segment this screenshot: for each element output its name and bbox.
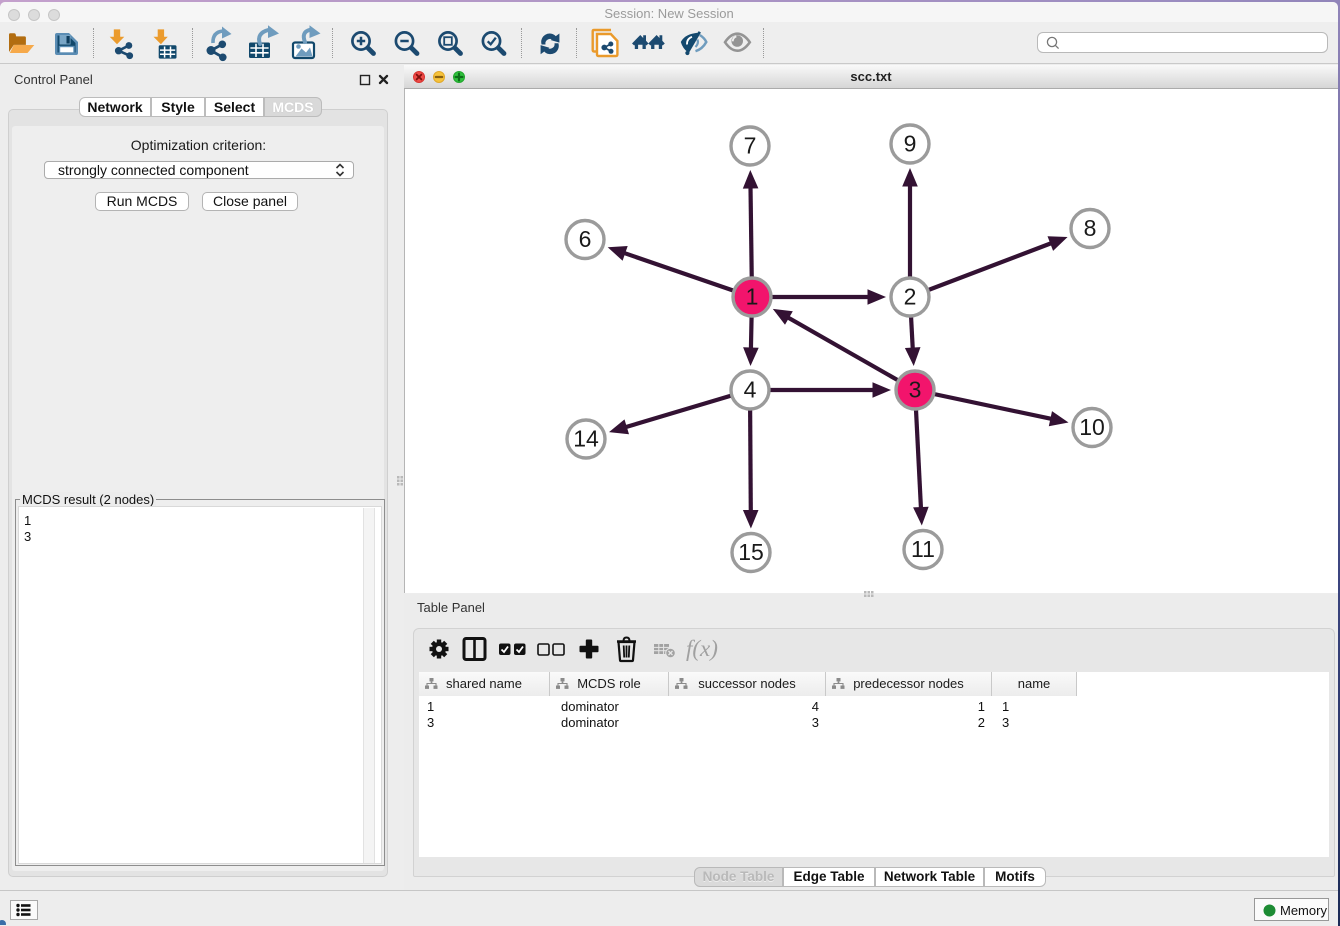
svg-text:14: 14 [573,426,599,452]
svg-text:6: 6 [579,226,592,252]
svg-text:10: 10 [1079,414,1105,440]
svg-text:2: 2 [904,284,917,310]
svg-text:4: 4 [744,377,757,403]
svg-text:9: 9 [904,131,917,157]
svg-text:1: 1 [746,284,759,310]
svg-text:f(x): f(x) [686,636,718,661]
svg-text:3: 3 [909,377,922,403]
svg-text:8: 8 [1084,215,1097,241]
svg-text:7: 7 [744,133,757,159]
svg-text:11: 11 [911,536,935,562]
svg-text:15: 15 [738,539,764,565]
